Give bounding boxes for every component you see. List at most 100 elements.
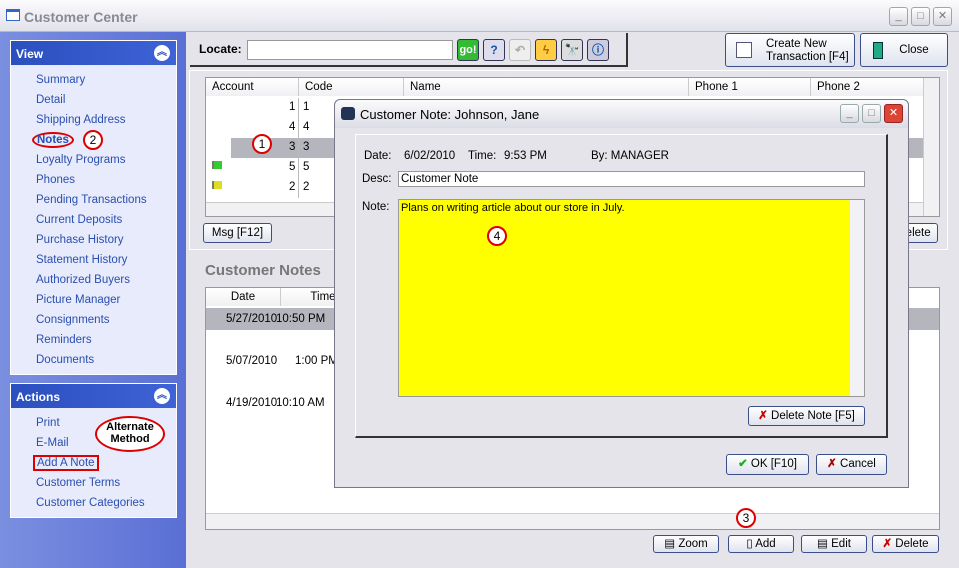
sidebar-item-notes[interactable]: Notes [32,132,74,148]
sidebar-item-pending-transactions[interactable]: Pending Transactions [36,194,147,206]
account-cell: 4 [289,121,296,133]
delete-note-label: Delete Note [F5] [771,410,855,422]
code-cell: 5 [303,161,310,173]
dialog-close-button[interactable]: ✕ [884,104,903,123]
cancel-button[interactable]: ✗ Cancel [816,454,887,475]
action-print[interactable]: Print [36,417,60,429]
time-label: Time: [468,150,497,162]
collapse-icon[interactable]: ︽ [154,388,170,404]
sidebar-item-reminders[interactable]: Reminders [36,334,92,346]
note-scrollbar[interactable] [850,200,864,396]
callout-alternate-method: Alternate Method [95,416,165,452]
sidebar-item-consignments[interactable]: Consignments [36,314,110,326]
sidebar-item-phones[interactable]: Phones [36,174,75,186]
msg-button[interactable]: Msg [F12] [203,223,272,243]
add-button[interactable]: ▯ Add [728,535,794,553]
locate-input[interactable] [247,40,453,60]
column-divider [298,158,299,178]
column-header-name[interactable]: Name [404,78,689,96]
app-icon [6,9,20,21]
delete-x-icon: ✗ [882,538,893,550]
view-header[interactable]: View ︽ [11,41,176,65]
maximize-button[interactable]: □ [911,7,930,26]
account-cell: 2 [289,181,296,193]
cancel-label: Cancel [840,458,876,470]
ok-button[interactable]: ✔ OK [F10] [726,454,809,475]
column-header-date[interactable]: Date [206,288,281,306]
edit-button[interactable]: ▤ Edit [801,535,867,553]
account-cell: 1 [289,101,296,113]
code-cell: 1 [303,101,310,113]
close-window-button[interactable]: ✕ [933,7,952,26]
flag-icon [212,181,222,189]
locate-label: Locate: [199,42,242,56]
note-label: Note: [362,201,390,213]
callout-2: 2 [83,130,103,150]
sidebar-item-summary[interactable]: Summary [36,74,85,86]
column-header-phone-2[interactable]: Phone 2 [811,78,933,96]
zoom-button[interactable]: ▤ Zoom [653,535,719,553]
code-cell: 3 [303,141,310,153]
close-button[interactable]: Close [860,33,948,67]
sidebar-item-current-deposits[interactable]: Current Deposits [36,214,122,226]
create-new-label-2: Transaction [F4] [766,51,849,63]
sidebar-item-loyalty-programs[interactable]: Loyalty Programs [36,154,125,166]
create-new-label: Create New [766,38,827,50]
dialog-minimize-button[interactable]: _ [840,104,859,123]
actions-header[interactable]: Actions ︽ [11,384,176,408]
dialog-maximize-button[interactable]: □ [862,104,881,123]
sidebar-item-statement-history[interactable]: Statement History [36,254,127,266]
column-header-phone-1[interactable]: Phone 1 [689,78,811,96]
sidebar-item-purchase-history[interactable]: Purchase History [36,234,124,246]
window-title: Customer Center [24,9,138,25]
page-icon: ▯ [746,538,753,550]
dialog-app-icon [341,107,355,120]
delete-note-button[interactable]: ✗ Delete Note [F5] [748,406,865,426]
title-bar: Customer Center _ □ ✕ [0,0,959,32]
note-group: Date: 6/02/2010 Time: 9:53 PM By: MANAGE… [355,134,888,438]
time-value: 9:53 PM [504,150,547,162]
vertical-scrollbar[interactable] [923,78,939,216]
door-icon [873,42,883,59]
dialog-title-bar: Customer Note: Johnson, Jane _ □ ✕ [335,100,908,128]
horizontal-scrollbar[interactable] [206,513,939,529]
binoculars-icon[interactable]: 🔭 [561,39,583,61]
action-e-mail[interactable]: E-Mail [36,437,69,449]
delete-button[interactable]: ✗ Delete [872,535,939,553]
desc-input[interactable] [398,171,865,187]
collapse-icon[interactable]: ︽ [154,45,170,61]
sidebar-item-documents[interactable]: Documents [36,354,94,366]
locate-toolbar: Locate: go! ? ↶ ϟ 🔭 ⓘ [190,33,628,67]
help-icon[interactable]: ? [483,39,505,61]
column-header-code[interactable]: Code [299,78,404,96]
desc-label: Desc: [362,173,392,185]
sidebar-item-picture-manager[interactable]: Picture Manager [36,294,120,306]
undo-icon[interactable]: ↶ [509,39,531,61]
sidebar-item-authorized-buyers[interactable]: Authorized Buyers [36,274,130,286]
note-icon [736,42,752,58]
action-customer-categories[interactable]: Customer Categories [36,497,145,509]
action-customer-terms[interactable]: Customer Terms [36,477,120,489]
view-panel: View ︽ Summary Detail Shipping Address Notes… [10,40,177,375]
actions-panel: Actions ︽ Print E-Mail Add A Note Customer T… [10,383,177,518]
column-divider [298,178,299,198]
sidebar-item-shipping-address[interactable]: Shipping Address [36,114,126,126]
note-textarea[interactable]: Plans on writing article about our store… [398,199,865,397]
by-value: By: MANAGER [591,150,669,162]
delete-label: Delete [895,538,929,550]
date-cell: 4/19/2010 [226,397,278,409]
zoom-label: Zoom [678,538,708,550]
create-new-transaction-button[interactable]: Create New Transaction [F4] [725,33,855,67]
lightning-icon[interactable]: ϟ [535,39,557,61]
info-icon[interactable]: ⓘ [587,39,609,61]
note-text: Plans on writing article about our store… [401,202,625,214]
minimize-button[interactable]: _ [889,7,908,26]
column-header-account[interactable]: Account [206,78,299,96]
view-title: View [16,47,44,61]
go-button[interactable]: go! [457,39,479,61]
date-cell: 5/07/2010 [226,355,278,367]
callout-3: 3 [736,508,756,528]
action-add-a-note[interactable]: Add A Note [33,455,99,471]
ok-label: OK [F10] [750,458,797,470]
sidebar-item-detail[interactable]: Detail [36,94,65,106]
